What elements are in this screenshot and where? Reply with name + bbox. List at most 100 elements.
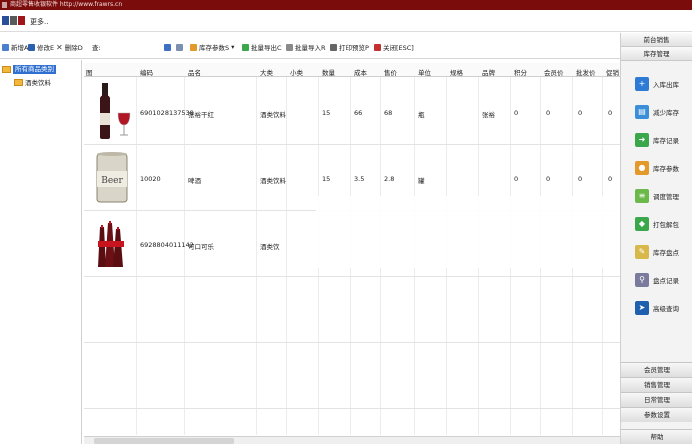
new-label: 新增A (11, 44, 29, 52)
cell-promo: 0 (608, 109, 613, 117)
gray-square-icon[interactable] (10, 16, 17, 25)
cell-price: 68 (384, 109, 393, 117)
column-header[interactable]: 会员价 (544, 67, 564, 77)
column-header[interactable]: 小类 (290, 67, 303, 77)
right-nav-panel: 前台销售 库存管理 + 入库出库 ▤ 减少库存 ➜ 库存记录 ● 库存参数 ≡ … (620, 33, 692, 444)
table-row[interactable] (84, 277, 620, 343)
column-header[interactable]: 品名 (188, 67, 201, 77)
blue-square-icon[interactable] (2, 16, 9, 25)
nav-item-stock-params[interactable]: ● 库存参数 (635, 161, 679, 175)
stock-params-icon (190, 43, 197, 51)
tree-item-all-categories[interactable]: 所有商品类别 (2, 65, 56, 74)
column-header[interactable]: 编码 (140, 67, 153, 77)
close-label: 关闭[ESC] (383, 44, 414, 52)
edit-icon (28, 43, 35, 51)
nav-label: 减少库存 (653, 109, 679, 117)
folder-icon (2, 66, 11, 73)
batch-import-button[interactable]: 批量导入R (286, 42, 326, 52)
stock-params-button[interactable]: 库存参数S ▾ (190, 42, 234, 52)
column-header[interactable]: 批发价 (576, 67, 596, 77)
search-input[interactable] (104, 40, 160, 53)
inventory-check-icon: ✎ (635, 245, 649, 259)
column-header[interactable]: 规格 (450, 67, 463, 77)
nav-item-stock-record[interactable]: ➜ 库存记录 (635, 133, 679, 147)
close-icon (374, 43, 381, 51)
nav-section-sales[interactable]: 销售管理 (621, 377, 692, 392)
grid-header: 图 编码 品名 大类 小类 数量 成本 售价 单位 规格 品牌 积分 会员价 批… (84, 63, 620, 77)
nav-section-daily[interactable]: 日常管理 (621, 392, 692, 407)
nav-section-stock[interactable]: 库存管理 (621, 47, 692, 61)
print-preview-button[interactable]: 打印预览P (330, 42, 369, 52)
cell-cost: 3.5 (354, 175, 365, 183)
column-header[interactable]: 单位 (418, 67, 431, 77)
column-header[interactable]: 大类 (260, 67, 273, 77)
nav-item-stock-in[interactable]: + 入库出库 (635, 77, 679, 91)
cell-major: 酒类饮 (260, 243, 280, 251)
nav-section-settings[interactable]: 参数设置 (621, 407, 692, 422)
horizontal-scrollbar[interactable] (84, 436, 620, 444)
column-header[interactable]: 品牌 (482, 67, 495, 77)
close-button[interactable]: 关闭[ESC] (374, 42, 414, 52)
batch-export-label: 批量导出C (251, 44, 282, 52)
nav-section-front-sales[interactable]: 前台销售 (621, 33, 692, 47)
tree-item-drinks[interactable]: 酒类饮料 (14, 77, 51, 87)
nav-label: 调度管理 (653, 193, 679, 201)
cell-code: 6928804011142 (140, 241, 194, 249)
nav-item-check-record[interactable]: ⚲ 盘点记录 (635, 273, 679, 287)
cell-cost: 66 (354, 109, 363, 117)
cell-name: 可口可乐 (188, 243, 214, 251)
cell-promo: 0 (608, 175, 613, 183)
nav-item-inventory-check[interactable]: ✎ 库存盘点 (635, 245, 679, 259)
column-header[interactable]: 促销 (606, 67, 619, 77)
category-tree: 所有商品类别 酒类饮料 (0, 60, 82, 444)
nav-item-pack[interactable]: ◆ 打包解包 (635, 217, 679, 231)
edit-button[interactable]: 修改E (28, 42, 54, 52)
nav-item-advanced-query[interactable]: ➤ 高级查询 (635, 301, 679, 315)
table-row[interactable]: 6901028137538 张裕干红 酒类饮料 15 66 68 瓶 张裕 0 … (84, 79, 620, 145)
table-row[interactable] (84, 343, 620, 409)
cell-wholesale: 0 (578, 109, 583, 117)
batch-export-button[interactable]: 批量导出C (242, 42, 282, 52)
nav-item-dispatch[interactable]: ≡ 调度管理 (635, 189, 679, 203)
list-view-icon[interactable] (176, 42, 183, 52)
column-header[interactable]: 图 (86, 67, 93, 77)
more-menu[interactable]: 更多.. (30, 17, 48, 27)
search-label: 查: (92, 44, 101, 52)
cell-unit: 罐 (418, 177, 425, 185)
new-button[interactable]: 新增A (2, 42, 28, 52)
cell-code: 6901028137538 (140, 109, 194, 117)
batch-import-label: 批量导入R (295, 44, 326, 52)
red-square-icon[interactable] (18, 16, 25, 25)
advanced-query-icon: ➤ (635, 301, 649, 315)
cell-name: 张裕干红 (188, 111, 214, 119)
nav-label: 盘点记录 (653, 277, 679, 285)
column-header[interactable]: 数量 (322, 67, 335, 77)
column-header[interactable]: 售价 (384, 67, 397, 77)
export-icon (242, 43, 249, 51)
nav-item-reduce-stock[interactable]: ▤ 减少库存 (635, 105, 679, 119)
cell-price: 2.8 (384, 175, 395, 183)
wine-bottle-image (100, 83, 131, 139)
grid-view-icon[interactable] (164, 42, 171, 52)
cell-wholesale: 0 (578, 175, 583, 183)
cell-code: 10020 (140, 175, 161, 183)
cell-member-price: 0 (546, 175, 551, 183)
cell-member-price: 0 (546, 109, 551, 117)
nav-section-members[interactable]: 会员管理 (621, 362, 692, 377)
nav-label: 打包解包 (653, 221, 679, 229)
delete-button[interactable]: ✕ 删除D (56, 42, 83, 53)
cell-major: 酒类饮料 (260, 111, 286, 119)
column-header[interactable]: 积分 (514, 67, 527, 77)
reduce-stock-icon: ▤ (635, 105, 649, 119)
nav-section-help[interactable]: 帮助 (621, 429, 692, 444)
cell-name: 啤酒 (188, 177, 201, 185)
scrollbar-thumb[interactable] (94, 438, 234, 444)
new-icon (2, 43, 9, 51)
menu-bar: 更多.. (0, 10, 692, 32)
app-icon (2, 2, 7, 8)
cell-points: 0 (514, 175, 519, 183)
tree-child-label: 酒类饮料 (25, 79, 51, 87)
column-header[interactable]: 成本 (354, 67, 367, 77)
stock-params-icon: ● (635, 161, 649, 175)
nav-label: 高级查询 (653, 305, 679, 313)
